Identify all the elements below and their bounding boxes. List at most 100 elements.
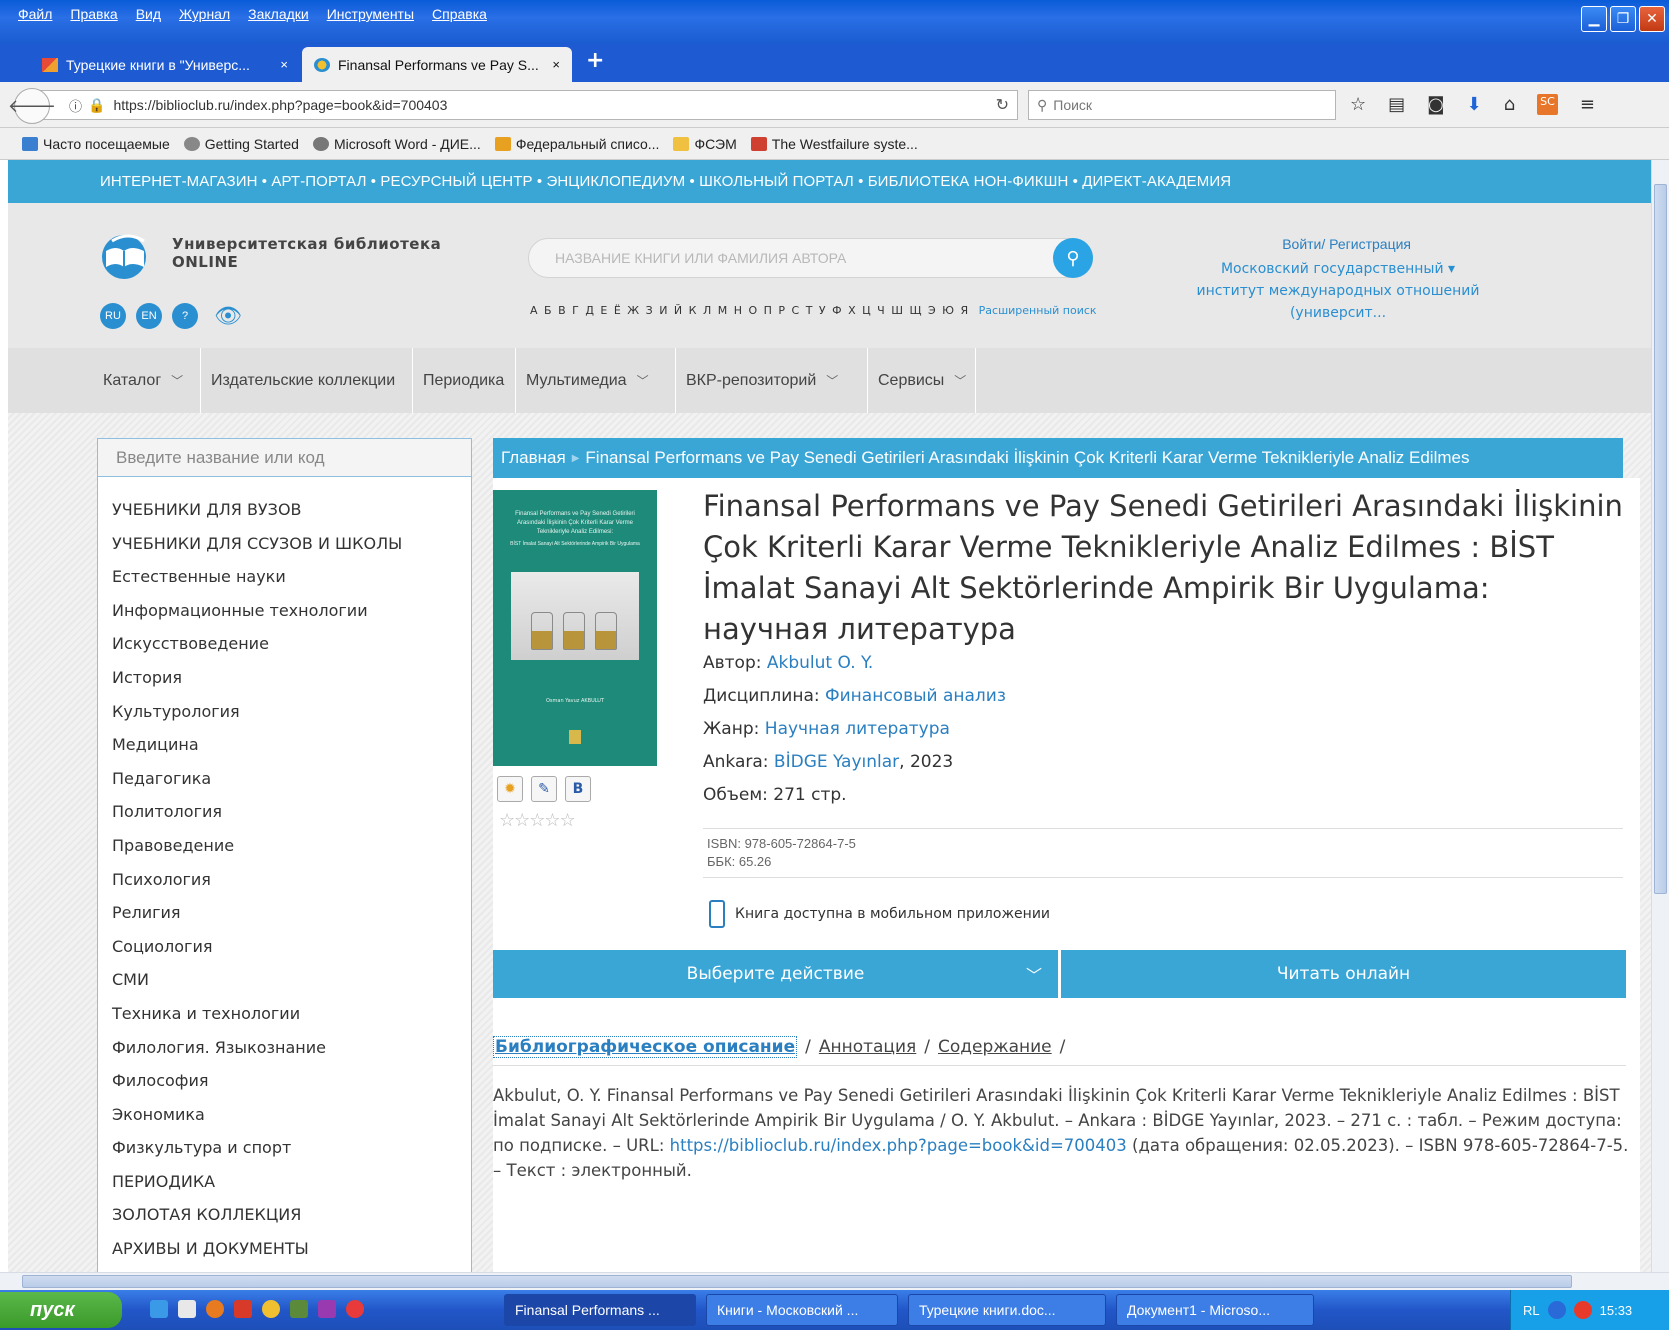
category-item[interactable]: Физкультура и спорт: [112, 1131, 471, 1165]
rating-stars[interactable]: ☆☆☆☆☆: [499, 810, 576, 831]
bookmark-fsem[interactable]: ФСЭМ: [673, 136, 737, 152]
menu-bookmarks[interactable]: Закладки: [248, 6, 309, 22]
category-item[interactable]: ПЕРИОДИКА: [112, 1165, 471, 1199]
menu-tools[interactable]: Инструменты: [327, 6, 414, 22]
bookmark-most-visited[interactable]: Часто посещаемые: [22, 136, 170, 152]
category-item[interactable]: Информационные технологии: [112, 594, 471, 628]
read-online-button[interactable]: Читать онлайн: [1061, 950, 1626, 998]
category-item[interactable]: Культурология: [112, 695, 471, 729]
category-item[interactable]: История: [112, 661, 471, 695]
category-item[interactable]: Религия: [112, 896, 471, 930]
category-item[interactable]: Экономика: [112, 1098, 471, 1132]
bookmark-word[interactable]: Microsoft Word - ДИЕ...: [312, 136, 481, 152]
taskbar-item[interactable]: Книги - Московский ...: [706, 1294, 898, 1326]
nav-catalog[interactable]: Каталог ﹀: [93, 348, 201, 413]
category-item[interactable]: Правоведение: [112, 829, 471, 863]
category-item[interactable]: Техника и технологии: [112, 997, 471, 1031]
category-item[interactable]: Социология: [112, 930, 471, 964]
close-tab-icon[interactable]: ×: [552, 57, 560, 72]
category-item[interactable]: Педагогика: [112, 762, 471, 796]
accessibility-eye-icon[interactable]: 👁: [214, 304, 242, 329]
minimize-button[interactable]: ▁: [1581, 6, 1607, 32]
help-button[interactable]: ?: [172, 303, 198, 329]
tab-annotation[interactable]: Аннотация: [819, 1037, 916, 1057]
download-icon[interactable]: ⬇: [1467, 94, 1482, 115]
author-link[interactable]: Akbulut O. Y.: [767, 653, 873, 673]
publisher-link[interactable]: BİDGE Yayınlar: [774, 752, 899, 772]
alphabet-letters[interactable]: А Б В Г Д Е Ё Ж З И Й К Л М Н О П Р С Т …: [530, 304, 970, 317]
start-button[interactable]: пуск: [0, 1292, 122, 1328]
bookmark-icon[interactable]: ✹: [497, 776, 523, 802]
vertical-scrollbar[interactable]: [1651, 160, 1669, 1272]
browser-icon[interactable]: [178, 1300, 196, 1318]
tab-contents[interactable]: Содержание: [938, 1037, 1052, 1057]
restore-button[interactable]: ❐: [1610, 6, 1636, 32]
firefox-icon[interactable]: [206, 1300, 224, 1318]
alert-icon[interactable]: [1573, 1301, 1592, 1319]
nav-services[interactable]: Сервисы ﹀: [868, 348, 976, 413]
category-item[interactable]: Философия: [112, 1064, 471, 1098]
organization-selector[interactable]: Московский государственный ▾ институт ме…: [1158, 258, 1518, 324]
category-item[interactable]: Медицина: [112, 728, 471, 762]
browser-search-input[interactable]: ⚲ Поиск: [1028, 90, 1336, 120]
yandex-icon[interactable]: [346, 1300, 364, 1318]
menu-history[interactable]: Журнал: [179, 6, 230, 22]
language-indicator[interactable]: RL: [1523, 1303, 1540, 1318]
scrollbar-thumb[interactable]: [1654, 184, 1667, 894]
bookmark-westfailure[interactable]: The Westfailure syste...: [750, 136, 918, 152]
category-item[interactable]: СМИ: [112, 963, 471, 997]
taskbar-item[interactable]: Документ1 - Microso...: [1116, 1294, 1314, 1326]
sidebar-search-input[interactable]: Введите название или код: [98, 439, 471, 477]
extension-sc-icon[interactable]: SC: [1537, 94, 1558, 115]
url-bar[interactable]: ⓘ 🔒 https://biblioclub.ru/index.php?page…: [38, 90, 1018, 120]
scrollbar-thumb[interactable]: [22, 1275, 1572, 1288]
search-icon[interactable]: ⚲: [1053, 238, 1093, 278]
advanced-search-link[interactable]: Расширенный поиск: [979, 304, 1097, 317]
new-tab-button[interactable]: +: [586, 48, 604, 73]
login-link[interactable]: Войти/ Регистрация: [1282, 236, 1411, 252]
nav-publisher-collections[interactable]: Издательские коллекции: [201, 348, 413, 413]
bookmark-star-icon[interactable]: ☆: [1350, 94, 1366, 115]
library-logo-icon[interactable]: [98, 231, 154, 279]
nav-multimedia[interactable]: Мультимедиа ﹀: [516, 348, 676, 413]
category-item[interactable]: ЗОЛОТАЯ КОЛЛЕКЦИЯ: [112, 1198, 471, 1232]
menu-view[interactable]: Вид: [136, 6, 161, 22]
tab-current[interactable]: Finansal Performans ve Pay S... ×: [302, 47, 572, 82]
bookmark-getting-started[interactable]: Getting Started: [183, 136, 299, 152]
category-item[interactable]: Психология: [112, 863, 471, 897]
category-item[interactable]: Политология: [112, 795, 471, 829]
book-cover-image[interactable]: Finansal Performans ve Pay Senedi Getiri…: [493, 490, 657, 766]
app-icon[interactable]: [290, 1300, 308, 1318]
horizontal-scrollbar[interactable]: [0, 1272, 1669, 1290]
discipline-link[interactable]: Финансовый анализ: [825, 686, 1006, 706]
site-search-input[interactable]: НАЗВАНИЕ КНИГИ ИЛИ ФАМИЛИЯ АВТОРА ⚲: [528, 238, 1093, 278]
clip-icon[interactable]: ✎: [531, 776, 557, 802]
category-item[interactable]: Естественные науки: [112, 560, 471, 594]
portal-links-bar[interactable]: ИНТЕРНЕТ-МАГАЗИН • АРТ-ПОРТАЛ • РЕСУРСНЫ…: [8, 160, 1651, 203]
close-tab-icon[interactable]: ×: [280, 57, 288, 72]
book-url-link[interactable]: https://biblioclub.ru/index.php?page=boo…: [670, 1136, 1127, 1155]
menu-edit[interactable]: Правка: [70, 6, 117, 22]
back-button[interactable]: 🡐: [8, 88, 56, 124]
network-icon[interactable]: [1547, 1301, 1566, 1319]
taskbar-item[interactable]: Finansal Performans ...: [504, 1294, 696, 1326]
nav-periodicals[interactable]: Периодика: [413, 348, 516, 413]
category-item[interactable]: Филология. Языкознание: [112, 1031, 471, 1065]
close-window-button[interactable]: ✕: [1639, 6, 1665, 32]
genre-link[interactable]: Научная литература: [765, 719, 950, 739]
home-icon[interactable]: ⌂: [1504, 94, 1515, 115]
menu-help[interactable]: Справка: [432, 6, 487, 22]
pocket-icon[interactable]: ◙: [1427, 94, 1444, 115]
media-icon[interactable]: [318, 1300, 336, 1318]
tab-gmail[interactable]: Турецкие книги в "Универс... ×: [30, 47, 300, 82]
menu-file[interactable]: Файл: [18, 6, 52, 22]
bookmark-federal[interactable]: Федеральный списо...: [494, 136, 659, 152]
nav-vkr-repository[interactable]: ВКР-репозиторий ﹀: [676, 348, 868, 413]
breadcrumb-home-link[interactable]: Главная: [501, 448, 566, 468]
category-item[interactable]: УЧЕБНИКИ ДЛЯ ССУЗОВ И ШКОЛЫ: [112, 527, 471, 561]
chrome-icon[interactable]: [262, 1300, 280, 1318]
pdf-icon[interactable]: [234, 1300, 252, 1318]
reload-icon[interactable]: ↻: [996, 95, 1009, 115]
lang-en-button[interactable]: EN: [136, 303, 162, 329]
info-icon[interactable]: ⓘ: [69, 96, 82, 115]
